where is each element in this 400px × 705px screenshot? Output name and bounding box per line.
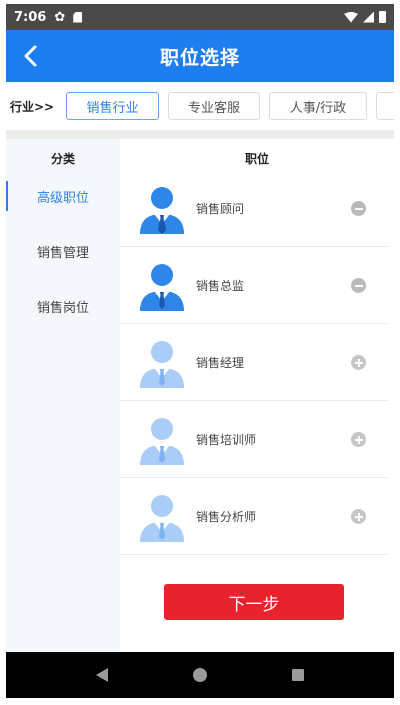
wifi-icon [344, 11, 358, 23]
category-header: 分类 [50, 151, 75, 166]
sd-card-icon [73, 11, 83, 23]
sidebar-item-senior[interactable]: 高级职位 [6, 181, 120, 211]
person-avatar-icon [140, 494, 184, 542]
position-list: 职位 销售顾问 销售总监 销售经理 销售培训师 销售分析师 [120, 139, 394, 652]
list-item[interactable]: 销售总监 [120, 248, 388, 324]
minus-icon[interactable] [351, 278, 366, 293]
sidebar-item-sales-positions[interactable]: 销售岗位 [6, 291, 120, 321]
next-step-button[interactable]: 下一步 [164, 584, 344, 620]
position-label: 销售经理 [196, 356, 245, 370]
list-item[interactable]: 销售分析师 [120, 479, 388, 555]
industry-chip-customer-service[interactable]: 专业客服 [168, 92, 260, 120]
person-avatar-icon [140, 340, 184, 388]
minus-icon[interactable] [351, 201, 366, 216]
battery-icon [379, 11, 386, 23]
list-item[interactable]: 销售培训师 [120, 402, 388, 478]
nav-recent-apps-icon[interactable] [291, 669, 304, 681]
plus-icon[interactable] [351, 509, 366, 524]
industry-chip-hr-admin[interactable]: 人事/行政 [269, 92, 367, 120]
industry-bar: 行业>> 销售行业 专业客服 人事/行政 [6, 82, 394, 130]
industry-label: 行业>> [10, 99, 55, 114]
position-label: 销售培训师 [196, 433, 257, 447]
section-divider [6, 130, 394, 139]
list-item[interactable]: 销售经理 [120, 325, 388, 401]
list-item[interactable]: 销售顾问 [120, 171, 388, 247]
person-avatar-icon [140, 417, 184, 465]
status-bar: 7:06 ✿ [6, 4, 394, 30]
sidebar-item-sales-management[interactable]: 销售管理 [6, 236, 120, 266]
person-avatar-icon [140, 186, 184, 234]
chevron-left-icon [24, 45, 37, 67]
industry-chip-more[interactable] [376, 92, 394, 120]
position-label: 销售顾问 [196, 202, 245, 216]
position-label: 销售总监 [196, 279, 245, 293]
status-time: 7:06 [14, 9, 47, 25]
system-nav-bar [6, 652, 394, 698]
plus-icon[interactable] [351, 355, 366, 370]
settings-gear-icon: ✿ [54, 9, 66, 25]
page-title: 职位选择 [159, 46, 240, 69]
plus-icon[interactable] [351, 432, 366, 447]
category-sidebar: 分类 高级职位 销售管理 销售岗位 [6, 139, 120, 652]
app-bar: 职位选择 [6, 30, 394, 82]
back-button[interactable] [10, 36, 50, 76]
nav-back-icon[interactable] [96, 668, 109, 682]
position-label: 销售分析师 [196, 510, 257, 524]
industry-chip-sales[interactable]: 销售行业 [66, 92, 159, 120]
signal-icon [363, 11, 374, 23]
nav-home-icon[interactable] [192, 668, 207, 682]
person-avatar-icon [140, 263, 184, 311]
